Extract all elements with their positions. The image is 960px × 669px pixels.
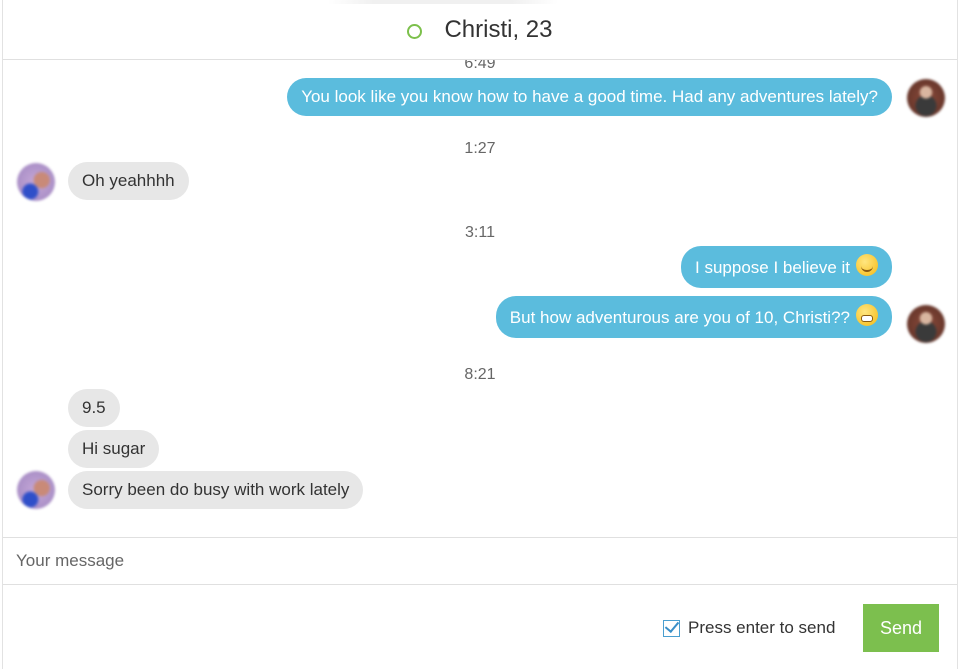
- contact-avatar[interactable]: [17, 163, 55, 201]
- message-thread[interactable]: 6:49 You look like you know how to have …: [3, 60, 957, 536]
- send-button[interactable]: Send: [863, 604, 939, 652]
- press-enter-label: Press enter to send: [688, 618, 836, 637]
- message-composer: [3, 537, 957, 585]
- contact-avatar[interactable]: [17, 471, 55, 509]
- message-text: Oh yeahhhh: [82, 171, 175, 190]
- message-incoming: Sorry been do busy with work lately: [68, 471, 364, 509]
- online-status-icon: [407, 23, 423, 39]
- smirking-face-emoji-icon: [856, 254, 878, 276]
- message-outgoing: I suppose I believe it: [681, 246, 892, 288]
- message-text: Sorry been do busy with work lately: [82, 480, 350, 499]
- message-text: Hi sugar: [82, 439, 146, 458]
- my-avatar[interactable]: [907, 305, 945, 343]
- message-input[interactable]: [3, 538, 957, 584]
- message-text: 9.5: [82, 398, 106, 417]
- message-incoming: 9.5: [68, 389, 120, 427]
- message-text: You look like you know how to have a goo…: [301, 87, 878, 106]
- timestamp: 6:49: [464, 60, 496, 72]
- timestamp: 3:11: [465, 224, 495, 241]
- press-enter-checkbox[interactable]: [663, 619, 680, 637]
- press-enter-option[interactable]: Press enter to send: [663, 618, 835, 638]
- chat-header: Christi, 23: [3, 0, 957, 60]
- timestamp: 1:27: [464, 140, 496, 157]
- chat-window: Christi, 23 6:49 You look like you know …: [2, 0, 958, 669]
- message-incoming: Oh yeahhhh: [68, 162, 189, 200]
- timestamp: 8:21: [464, 366, 496, 383]
- message-incoming: Hi sugar: [68, 430, 160, 468]
- message-text: I suppose I believe it: [695, 258, 850, 277]
- grimacing-face-emoji-icon: [856, 304, 878, 326]
- message-outgoing: But how adventurous are you of 10, Chris…: [495, 296, 892, 338]
- contact-name[interactable]: Christi, 23: [444, 16, 552, 44]
- message-text: But how adventurous are you of 10, Chris…: [509, 308, 850, 327]
- my-avatar[interactable]: [907, 79, 945, 117]
- composer-footer: Press enter to send Send: [3, 586, 957, 669]
- message-outgoing: You look like you know how to have a goo…: [287, 78, 892, 116]
